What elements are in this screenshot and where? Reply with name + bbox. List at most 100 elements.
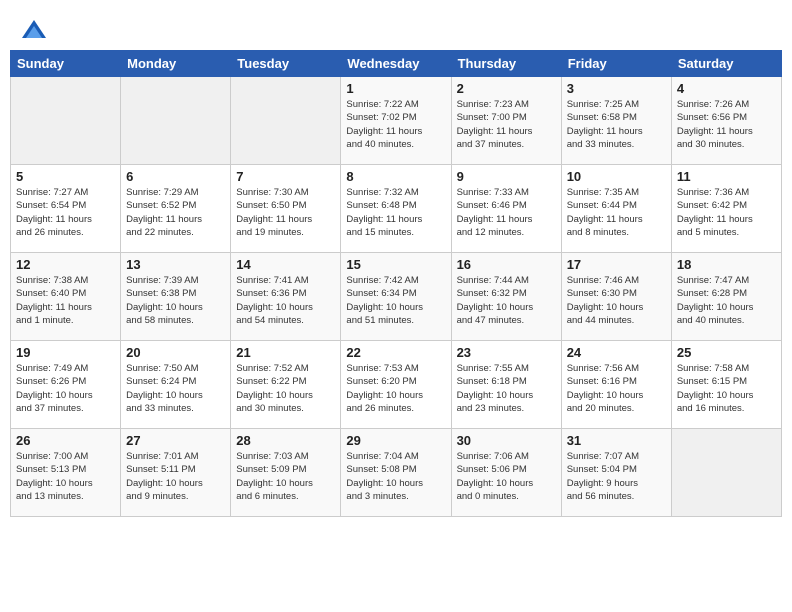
day-number: 8 <box>346 169 445 184</box>
weekday-header: Thursday <box>451 51 561 77</box>
calendar-cell: 15Sunrise: 7:42 AM Sunset: 6:34 PM Dayli… <box>341 253 451 341</box>
day-number: 2 <box>457 81 556 96</box>
day-info: Sunrise: 7:53 AM Sunset: 6:20 PM Dayligh… <box>346 362 445 415</box>
day-number: 27 <box>126 433 225 448</box>
day-number: 31 <box>567 433 666 448</box>
day-info: Sunrise: 7:41 AM Sunset: 6:36 PM Dayligh… <box>236 274 335 327</box>
calendar-cell: 19Sunrise: 7:49 AM Sunset: 6:26 PM Dayli… <box>11 341 121 429</box>
calendar-cell: 25 Sunrise: 7:58 AM Sunset: 6:15 PM Dayli… <box>671 341 781 429</box>
calendar-cell: 7 Sunrise: 7:30 AM Sunset: 6:50 PM Daylig… <box>231 165 341 253</box>
day-info: Sunrise: 7:44 AM Sunset: 6:32 PM Dayligh… <box>457 274 556 327</box>
calendar-cell: 4Sunrise: 7:26 AM Sunset: 6:56 PM Daylig… <box>671 77 781 165</box>
day-info: Sunrise: 7:03 AM Sunset: 5:09 PM Dayligh… <box>236 450 335 503</box>
calendar-cell: 3Sunrise: 7:25 AM Sunset: 6:58 PM Daylig… <box>561 77 671 165</box>
day-info: Sunrise: 7:01 AM Sunset: 5:11 PM Dayligh… <box>126 450 225 503</box>
weekday-row: SundayMondayTuesdayWednesdayThursdayFrid… <box>11 51 782 77</box>
day-info: Sunrise: 7:06 AM Sunset: 5:06 PM Dayligh… <box>457 450 556 503</box>
day-number: 12 <box>16 257 115 272</box>
day-info: Sunrise: 7:22 AM Sunset: 7:02 PM Dayligh… <box>346 98 445 151</box>
day-number: 21 <box>236 345 335 360</box>
calendar-cell: 14 Sunrise: 7:41 AM Sunset: 6:36 PM Dayli… <box>231 253 341 341</box>
calendar-cell: 30 Sunrise: 7:06 AM Sunset: 5:06 PM Dayli… <box>451 429 561 517</box>
calendar-week-row: 1 Sunrise: 7:22 AM Sunset: 7:02 PM Daylig… <box>11 77 782 165</box>
day-number: 22 <box>346 345 445 360</box>
day-info: Sunrise: 7:39 AM Sunset: 6:38 PM Dayligh… <box>126 274 225 327</box>
calendar-week-row: 5 Sunrise: 7:27 AM Sunset: 6:54 PM Daylig… <box>11 165 782 253</box>
day-number: 11 <box>677 169 776 184</box>
day-info: Sunrise: 7:25 AM Sunset: 6:58 PM Dayligh… <box>567 98 666 151</box>
day-info: Sunrise: 7:04 AM Sunset: 5:08 PM Dayligh… <box>346 450 445 503</box>
day-info: Sunrise: 7:47 AM Sunset: 6:28 PM Dayligh… <box>677 274 776 327</box>
day-info: Sunrise: 7:55 AM Sunset: 6:18 PM Dayligh… <box>457 362 556 415</box>
calendar-cell: 17 Sunrise: 7:46 AM Sunset: 6:30 PM Dayli… <box>561 253 671 341</box>
day-info: Sunrise: 7:26 AM Sunset: 6:56 PM Dayligh… <box>677 98 776 151</box>
day-number: 26 <box>16 433 115 448</box>
day-number: 5 <box>16 169 115 184</box>
weekday-header: Wednesday <box>341 51 451 77</box>
calendar-cell: 5 Sunrise: 7:27 AM Sunset: 6:54 PM Daylig… <box>11 165 121 253</box>
calendar-cell: 26 Sunrise: 7:00 AM Sunset: 5:13 PM Dayli… <box>11 429 121 517</box>
day-number: 25 <box>677 345 776 360</box>
day-number: 9 <box>457 169 556 184</box>
calendar-cell: 18 Sunrise: 7:47 AM Sunset: 6:28 PM Dayli… <box>671 253 781 341</box>
day-info: Sunrise: 7:42 AM Sunset: 6:34 PM Dayligh… <box>346 274 445 327</box>
day-info: Sunrise: 7:27 AM Sunset: 6:54 PM Dayligh… <box>16 186 115 239</box>
calendar-cell: 27 Sunrise: 7:01 AM Sunset: 5:11 PM Dayli… <box>121 429 231 517</box>
calendar-cell: 1 Sunrise: 7:22 AM Sunset: 7:02 PM Daylig… <box>341 77 451 165</box>
day-info: Sunrise: 7:35 AM Sunset: 6:44 PM Dayligh… <box>567 186 666 239</box>
day-number: 7 <box>236 169 335 184</box>
calendar-cell <box>671 429 781 517</box>
calendar-cell <box>11 77 121 165</box>
day-info: Sunrise: 7:46 AM Sunset: 6:30 PM Dayligh… <box>567 274 666 327</box>
weekday-header: Saturday <box>671 51 781 77</box>
day-number: 17 <box>567 257 666 272</box>
calendar-week-row: 12 Sunrise: 7:38 AM Sunset: 6:40 PM Dayli… <box>11 253 782 341</box>
calendar-cell: 21 Sunrise: 7:52 AM Sunset: 6:22 PM Dayli… <box>231 341 341 429</box>
calendar-cell <box>121 77 231 165</box>
calendar-cell: 6 Sunrise: 7:29 AM Sunset: 6:52 PM Daylig… <box>121 165 231 253</box>
day-info: Sunrise: 7:33 AM Sunset: 6:46 PM Dayligh… <box>457 186 556 239</box>
logo-icon <box>20 18 48 46</box>
day-info: Sunrise: 7:56 AM Sunset: 6:16 PM Dayligh… <box>567 362 666 415</box>
header <box>10 10 782 50</box>
day-number: 24 <box>567 345 666 360</box>
day-number: 28 <box>236 433 335 448</box>
day-number: 30 <box>457 433 556 448</box>
calendar-cell: 22 Sunrise: 7:53 AM Sunset: 6:20 PM Dayli… <box>341 341 451 429</box>
day-info: Sunrise: 7:29 AM Sunset: 6:52 PM Dayligh… <box>126 186 225 239</box>
day-info: Sunrise: 7:49 AM Sunset: 6:26 PM Dayligh… <box>16 362 115 415</box>
calendar-cell: 23Sunrise: 7:55 AM Sunset: 6:18 PM Dayli… <box>451 341 561 429</box>
day-info: Sunrise: 7:36 AM Sunset: 6:42 PM Dayligh… <box>677 186 776 239</box>
calendar-table: SundayMondayTuesdayWednesdayThursdayFrid… <box>10 50 782 517</box>
day-info: Sunrise: 7:00 AM Sunset: 5:13 PM Dayligh… <box>16 450 115 503</box>
calendar-cell: 8 Sunrise: 7:32 AM Sunset: 6:48 PM Daylig… <box>341 165 451 253</box>
day-number: 13 <box>126 257 225 272</box>
day-number: 29 <box>346 433 445 448</box>
day-info: Sunrise: 7:58 AM Sunset: 6:15 PM Dayligh… <box>677 362 776 415</box>
day-info: Sunrise: 7:50 AM Sunset: 6:24 PM Dayligh… <box>126 362 225 415</box>
weekday-header: Tuesday <box>231 51 341 77</box>
day-number: 10 <box>567 169 666 184</box>
calendar-week-row: 19Sunrise: 7:49 AM Sunset: 6:26 PM Dayli… <box>11 341 782 429</box>
day-number: 16 <box>457 257 556 272</box>
calendar-cell: 31 Sunrise: 7:07 AM Sunset: 5:04 PM Dayli… <box>561 429 671 517</box>
calendar-cell: 10 Sunrise: 7:35 AM Sunset: 6:44 PM Dayli… <box>561 165 671 253</box>
calendar-cell: 29 Sunrise: 7:04 AM Sunset: 5:08 PM Dayli… <box>341 429 451 517</box>
day-number: 20 <box>126 345 225 360</box>
day-info: Sunrise: 7:32 AM Sunset: 6:48 PM Dayligh… <box>346 186 445 239</box>
day-number: 14 <box>236 257 335 272</box>
calendar-cell: 11 Sunrise: 7:36 AM Sunset: 6:42 PM Dayli… <box>671 165 781 253</box>
day-info: Sunrise: 7:52 AM Sunset: 6:22 PM Dayligh… <box>236 362 335 415</box>
weekday-header: Monday <box>121 51 231 77</box>
day-info: Sunrise: 7:30 AM Sunset: 6:50 PM Dayligh… <box>236 186 335 239</box>
calendar-cell: 9 Sunrise: 7:33 AM Sunset: 6:46 PM Daylig… <box>451 165 561 253</box>
calendar-cell: 20 Sunrise: 7:50 AM Sunset: 6:24 PM Dayli… <box>121 341 231 429</box>
day-info: Sunrise: 7:07 AM Sunset: 5:04 PM Dayligh… <box>567 450 666 503</box>
day-number: 1 <box>346 81 445 96</box>
day-info: Sunrise: 7:38 AM Sunset: 6:40 PM Dayligh… <box>16 274 115 327</box>
calendar-week-row: 26 Sunrise: 7:00 AM Sunset: 5:13 PM Dayli… <box>11 429 782 517</box>
weekday-header: Friday <box>561 51 671 77</box>
day-number: 18 <box>677 257 776 272</box>
day-number: 6 <box>126 169 225 184</box>
calendar-cell: 24 Sunrise: 7:56 AM Sunset: 6:16 PM Dayli… <box>561 341 671 429</box>
